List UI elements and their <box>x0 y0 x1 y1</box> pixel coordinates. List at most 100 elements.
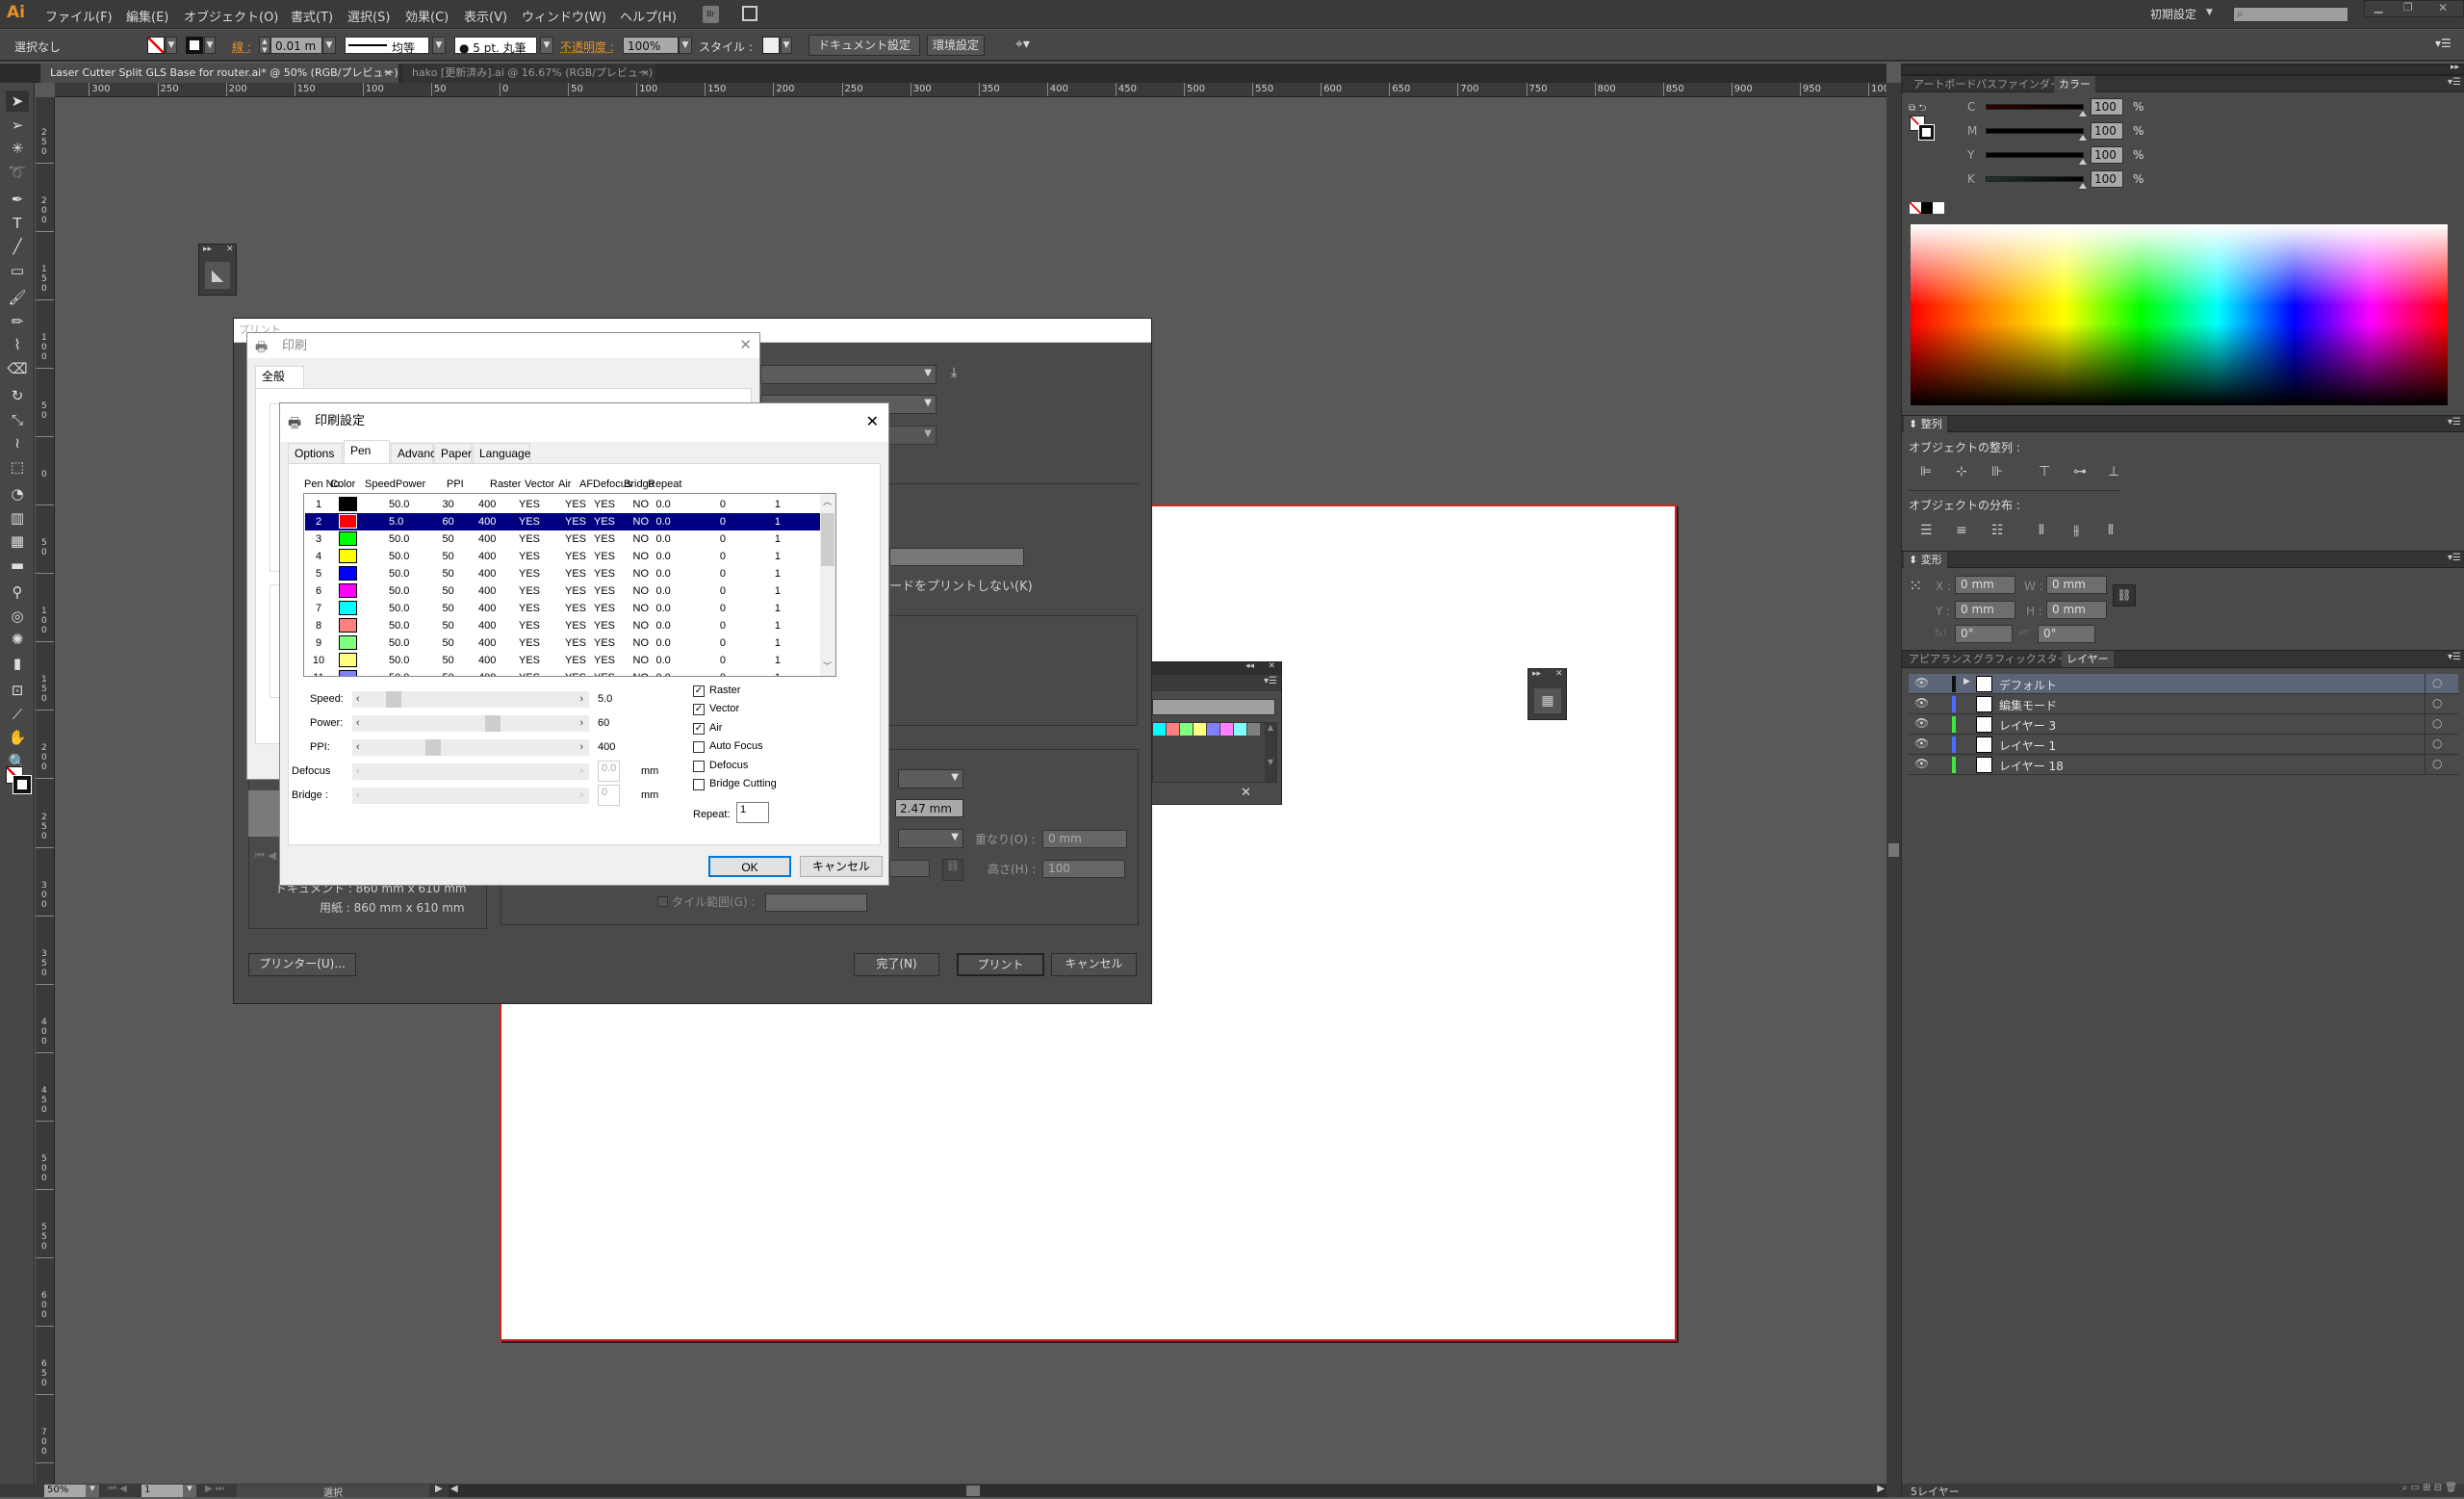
perspective-grid-tool-icon[interactable]: ▥ <box>6 507 29 529</box>
tab-align[interactable]: ⬍ 整列 <box>1904 416 1948 432</box>
rotate-tool-icon[interactable]: ↻ <box>6 385 29 406</box>
swatch-scrollbar[interactable]: ▲ ▼ <box>1265 723 1276 782</box>
free-transform-tool-icon[interactable]: ⬚ <box>6 456 29 478</box>
swatch[interactable] <box>1153 723 1166 736</box>
table-row[interactable]: 1 50.0 30 400 YES YES YES NO 0.0 0 1 <box>305 496 820 513</box>
first-artboard-icon[interactable]: ⏮ ◀ <box>108 1484 127 1494</box>
panel-icon[interactable]: ▦ <box>1534 688 1561 713</box>
channel-input-k[interactable]: 100 <box>2091 170 2123 188</box>
table-row[interactable]: 6 50.0 50 400 YES YES YES NO 0.0 0 1 <box>305 582 820 600</box>
align-v-center-icon[interactable]: ⊶ <box>2073 464 2087 479</box>
status-menu-icon[interactable]: ▶ <box>435 1484 443 1494</box>
layer-name[interactable]: レイヤー 18 <box>1999 758 2064 774</box>
reference-point-icon[interactable]: ⁙ <box>1909 577 1922 596</box>
tile-range-input[interactable] <box>765 893 867 912</box>
dist-left-icon[interactable]: ⫴ <box>2039 523 2044 538</box>
status-mode[interactable]: 選択 <box>237 1485 429 1499</box>
swatch[interactable] <box>1247 723 1260 736</box>
chevron-down-icon[interactable]: ▼ <box>166 37 177 54</box>
defocus-checkbox[interactable] <box>693 760 705 772</box>
cancel-button[interactable]: キャンセル <box>1051 953 1137 976</box>
dock-header[interactable]: ▸▸ <box>1902 63 2464 75</box>
slider-thumb[interactable] <box>2079 159 2087 165</box>
layer-row[interactable]: 👁 レイヤー 18 ○ <box>1909 755 2458 775</box>
menu-item[interactable]: ヘルプ(H) <box>620 7 677 25</box>
opacity-label[interactable]: 不透明度 : <box>560 39 614 55</box>
panel-menu-icon[interactable]: ▾☰ <box>1264 676 1277 686</box>
slider-thumb[interactable] <box>2079 135 2087 141</box>
table-row[interactable]: 8 50.0 50 400 YES YES YES NO 0.0 0 1 <box>305 617 820 634</box>
chevron-down-icon[interactable]: ▼ <box>540 37 553 54</box>
panel-menu-icon[interactable]: ▾☰ <box>2448 553 2461 563</box>
menu-item[interactable]: オブジェクト(O) <box>184 7 278 25</box>
layer-row[interactable]: 👁 ▶ デフォルト ○ <box>1909 674 2458 694</box>
restore-icon[interactable]: ❐ <box>2403 1 2413 13</box>
preferences-button[interactable]: 環境設定 <box>927 35 985 56</box>
close-icon[interactable]: ✕ <box>1268 661 1275 671</box>
tiling-select[interactable] <box>898 829 963 848</box>
scroll-right-icon[interactable]: ▶ <box>1877 1484 1885 1494</box>
vertical-ruler[interactable]: 3002502001501005005010015020025030035040… <box>36 97 55 1484</box>
pencil-tool-icon[interactable]: ✏ <box>6 311 29 332</box>
column-header[interactable]: Raster <box>490 478 521 490</box>
scroll-left-icon[interactable]: ‹ <box>356 691 360 708</box>
bridge-input[interactable]: 0 <box>598 785 620 806</box>
first-page-icon[interactable]: ⏮ ◀ <box>255 849 276 863</box>
paintbrush-tool-icon[interactable]: 🖌 <box>6 287 29 308</box>
scroll-up-icon[interactable]: ︿ <box>823 495 832 507</box>
horizontal-scrollbar[interactable]: ◀ ▶ <box>449 1484 1886 1497</box>
column-header[interactable]: Color <box>330 478 355 490</box>
target-circle-icon[interactable]: ○ <box>2432 676 2442 689</box>
layer-name[interactable]: デフォルト <box>1999 677 2057 693</box>
lasso-tool-icon[interactable]: ➰ <box>6 162 29 183</box>
done-button[interactable]: 完了(N) <box>854 953 939 976</box>
symbol-sprayer-tool-icon[interactable]: ✺ <box>6 629 29 650</box>
search-input[interactable]: ⌕ <box>2233 7 2348 22</box>
align-left-icon[interactable]: ⊫ <box>1920 464 1932 479</box>
column-header[interactable]: Air <box>558 478 571 490</box>
overlap-input[interactable]: 0 mm <box>1042 830 1127 848</box>
artboard-number-input[interactable]: 1 <box>141 1485 183 1497</box>
column-header[interactable]: AF <box>579 478 593 490</box>
speed-slider[interactable]: ‹ › <box>352 691 589 708</box>
tab-transform[interactable]: ⬍ 変形 <box>1904 552 1948 568</box>
mesh-tool-icon[interactable]: ▦ <box>6 530 29 552</box>
swatch[interactable] <box>1234 723 1246 736</box>
minimize-icon[interactable]: ▁ <box>2374 1 2382 13</box>
eye-icon[interactable]: 👁 <box>1914 737 1929 750</box>
menu-item[interactable]: ファイル(F) <box>45 7 113 25</box>
swatch[interactable] <box>1220 723 1233 736</box>
chevron-down-icon[interactable]: ▼ <box>183 1485 196 1497</box>
tab-layers[interactable]: レイヤー <box>2062 651 2115 667</box>
close-icon[interactable]: ✕ <box>226 245 234 254</box>
table-row[interactable]: 10 50.0 50 400 YES YES YES NO 0.0 0 1 <box>305 652 820 669</box>
tab-advanced[interactable]: Advanced <box>391 443 449 463</box>
height-input[interactable]: 100 <box>1042 860 1125 878</box>
scroll-right-icon[interactable]: › <box>579 763 583 780</box>
opacity-input[interactable]: 100% <box>623 37 679 54</box>
vector-label[interactable]: Vector <box>709 703 739 714</box>
delete-swatch-icon[interactable]: ✕ <box>1241 786 1251 800</box>
direct-selection-tool-icon[interactable]: ➢ <box>6 115 29 136</box>
fill-swatch[interactable] <box>147 37 165 54</box>
auto-focus-label[interactable]: Auto Focus <box>709 740 763 752</box>
tab-paper[interactable]: Paper <box>434 443 472 463</box>
align-top-icon[interactable]: ⊤ <box>2039 464 2050 479</box>
close-icon[interactable]: ✕ <box>739 336 752 353</box>
bridge-cutting-label[interactable]: Bridge Cutting <box>709 778 777 789</box>
tab-pen[interactable]: Pen <box>344 440 390 463</box>
tab-appearance[interactable]: アピアランス <box>1904 651 1978 667</box>
vertical-scrollbar[interactable] <box>1886 83 1901 1484</box>
layer-actions-icons[interactable]: ⌕ ▭ ⊞ ⊟ 🗑 <box>2402 1483 2457 1493</box>
scroll-left-icon[interactable]: ‹ <box>356 763 360 780</box>
chevron-down-icon[interactable]: ▼ <box>781 37 792 54</box>
printer-select[interactable] <box>760 365 937 384</box>
rectangle-tool-icon[interactable]: ▭ <box>6 260 29 281</box>
w-input[interactable]: 0 mm <box>2046 576 2107 594</box>
stroke-swatch[interactable] <box>13 775 32 794</box>
raster-checkbox[interactable]: ✓ <box>693 685 705 697</box>
air-label[interactable]: Air <box>709 722 722 734</box>
tab-language[interactable]: Language <box>473 443 530 463</box>
swatch[interactable] <box>1207 723 1219 736</box>
scroll-right-icon[interactable]: › <box>579 691 583 708</box>
